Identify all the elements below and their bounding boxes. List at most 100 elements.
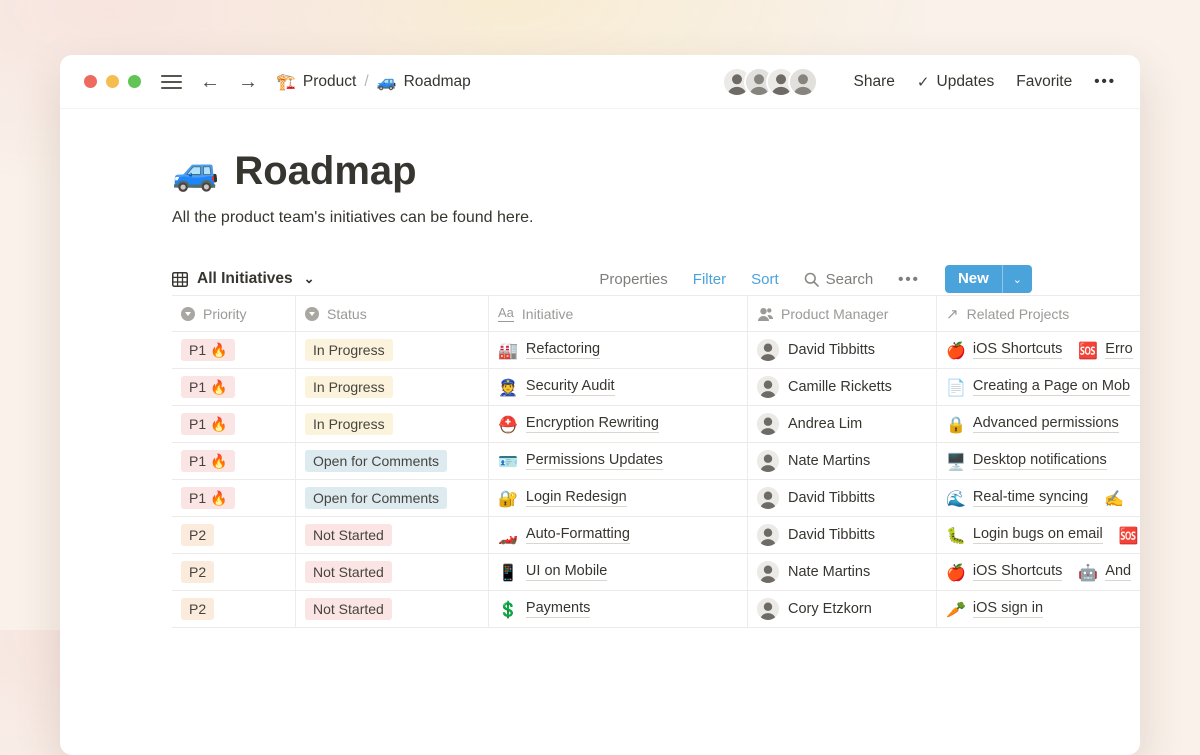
share-button[interactable]: Share xyxy=(854,73,895,91)
car-icon: 🚙 xyxy=(377,72,397,91)
initiative-link[interactable]: Security Audit xyxy=(526,378,615,396)
menu-icon[interactable] xyxy=(161,75,182,89)
minimize-window-button[interactable] xyxy=(106,75,119,88)
column-header-initiative[interactable]: Aa Initiative xyxy=(489,296,748,331)
column-header-label: Priority xyxy=(203,306,247,322)
view-switcher[interactable]: All Initiatives ⌄ xyxy=(172,270,315,288)
new-button-label: New xyxy=(945,265,1002,293)
priority-tag[interactable]: P2 xyxy=(181,561,214,583)
table-row[interactable]: P1 🔥 Open for Comments 🪪 Permissions Upd… xyxy=(172,443,1140,480)
manager-name: David Tibbitts xyxy=(788,342,875,358)
related-project-link[interactable]: 🆘Erro xyxy=(1078,341,1132,360)
related-project-icon: 🍎 xyxy=(946,563,966,582)
avatar xyxy=(757,339,779,361)
manager-name: Camille Ricketts xyxy=(788,379,892,395)
related-project-icon: 🖥️ xyxy=(946,452,966,471)
related-project-link[interactable]: 🔒Advanced permissions xyxy=(946,415,1119,434)
related-project-icon: 🐛 xyxy=(946,526,966,545)
table-row[interactable]: P2 Not Started 📱 UI on Mobile Nate Marti… xyxy=(172,554,1140,591)
initiative-link[interactable]: Refactoring xyxy=(526,341,600,359)
select-property-icon xyxy=(305,307,319,321)
breadcrumb-item-product[interactable]: 🏗️ Product xyxy=(276,72,356,91)
app-window: ← → 🏗️ Product / 🚙 Roadmap Share ✓ Updat… xyxy=(60,55,1140,755)
status-tag[interactable]: In Progress xyxy=(305,376,393,398)
initiative-link[interactable]: Encryption Rewriting xyxy=(526,415,659,433)
initiative-link[interactable]: Permissions Updates xyxy=(526,452,663,470)
new-button[interactable]: New ⌄ xyxy=(945,265,1032,293)
breadcrumb-label: Roadmap xyxy=(404,73,471,91)
search-button[interactable]: Search xyxy=(804,271,874,288)
related-cell: 🍎 iOS Shortcuts 🤖And xyxy=(937,554,1140,590)
filter-button[interactable]: Filter xyxy=(693,271,726,288)
priority-tag[interactable]: P2 xyxy=(181,524,214,546)
priority-tag[interactable]: P2 xyxy=(181,598,214,620)
new-dropdown-chevron-icon[interactable]: ⌄ xyxy=(1003,265,1032,293)
related-project-link[interactable]: ✍️ xyxy=(1104,489,1131,508)
breadcrumb: 🏗️ Product / 🚙 Roadmap xyxy=(276,72,471,91)
column-header-related-projects[interactable]: ↗ Related Projects xyxy=(937,296,1140,331)
table-body: P1 🔥 In Progress 🏭 Refactoring David Tib… xyxy=(172,332,1140,628)
status-tag[interactable]: Not Started xyxy=(305,524,392,546)
initiative-link[interactable]: Login Redesign xyxy=(526,489,627,507)
favorite-button[interactable]: Favorite xyxy=(1016,73,1072,91)
related-project-link[interactable]: 🤖And xyxy=(1078,563,1131,582)
more-options-icon[interactable]: ••• xyxy=(1094,73,1116,90)
column-header-priority[interactable]: Priority xyxy=(172,296,296,331)
related-project-link[interactable]: 🥕iOS sign in xyxy=(946,600,1043,619)
related-project-link[interactable]: 🍎 iOS Shortcuts xyxy=(946,563,1062,582)
manager-name: David Tibbitts xyxy=(788,490,875,506)
close-window-button[interactable] xyxy=(84,75,97,88)
initiative-icon: 🪪 xyxy=(498,452,518,471)
construction-crane-icon: 🏗️ xyxy=(276,72,296,91)
initiative-link[interactable]: Payments xyxy=(526,600,590,618)
breadcrumb-item-roadmap[interactable]: 🚙 Roadmap xyxy=(377,72,471,91)
related-project-link[interactable]: 🐛Login bugs on email xyxy=(946,526,1103,545)
table-row[interactable]: P1 🔥 Open for Comments 🔐 Login Redesign … xyxy=(172,480,1140,517)
initiatives-table: Priority Status Aa Initiative Product Ma… xyxy=(172,295,1140,628)
avatar xyxy=(757,598,779,620)
updates-button[interactable]: ✓ Updates xyxy=(917,73,994,91)
priority-tag[interactable]: P1 🔥 xyxy=(181,376,235,398)
properties-button[interactable]: Properties xyxy=(599,271,667,288)
sort-button[interactable]: Sort xyxy=(751,271,779,288)
zoom-window-button[interactable] xyxy=(128,75,141,88)
column-header-status[interactable]: Status xyxy=(296,296,489,331)
table-row[interactable]: P2 Not Started 🏎️ Auto-Formatting David … xyxy=(172,517,1140,554)
forward-arrow-icon[interactable]: → xyxy=(238,72,258,92)
priority-tag[interactable]: P1 🔥 xyxy=(181,339,235,361)
chevron-down-icon: ⌄ xyxy=(304,271,315,287)
status-tag[interactable]: In Progress xyxy=(305,339,393,361)
related-project-icon: 🔒 xyxy=(946,415,966,434)
table-row[interactable]: P1 🔥 In Progress ⛑️ Encryption Rewriting… xyxy=(172,406,1140,443)
status-tag[interactable]: In Progress xyxy=(305,413,393,435)
status-tag[interactable]: Not Started xyxy=(305,561,392,583)
related-cell: 📄Creating a Page on Mob xyxy=(937,369,1140,405)
table-row[interactable]: P2 Not Started 💲 Payments Cory Etzkorn 🥕… xyxy=(172,591,1140,628)
related-project-link[interactable]: 🆘 xyxy=(1119,526,1140,545)
status-tag[interactable]: Open for Comments xyxy=(305,487,447,509)
updates-label: Updates xyxy=(937,73,995,91)
related-project-link[interactable]: 🌊Real-time syncing xyxy=(946,489,1088,508)
status-tag[interactable]: Open for Comments xyxy=(305,450,447,472)
breadcrumb-label: Product xyxy=(303,73,356,91)
avatar xyxy=(757,487,779,509)
related-project-link[interactable]: 🖥️Desktop notifications xyxy=(946,452,1107,471)
table-row[interactable]: P1 🔥 In Progress 🏭 Refactoring David Tib… xyxy=(172,332,1140,369)
back-arrow-icon[interactable]: ← xyxy=(200,72,220,92)
related-project-icon: ✍️ xyxy=(1104,489,1124,508)
view-more-icon[interactable]: ••• xyxy=(898,271,920,288)
initiative-link[interactable]: Auto-Formatting xyxy=(526,526,630,544)
avatar[interactable] xyxy=(788,67,818,97)
related-project-link[interactable]: 🍎iOS Shortcuts xyxy=(946,341,1062,360)
initiative-link[interactable]: UI on Mobile xyxy=(526,563,607,581)
related-project-link[interactable]: 📄Creating a Page on Mob xyxy=(946,378,1130,397)
table-row[interactable]: P1 🔥 In Progress 👮 Security Audit Camill… xyxy=(172,369,1140,406)
related-project-label: iOS Shortcuts xyxy=(973,563,1062,581)
avatar xyxy=(757,561,779,583)
priority-tag[interactable]: P1 🔥 xyxy=(181,450,235,472)
column-header-product-manager[interactable]: Product Manager xyxy=(748,296,937,331)
priority-tag[interactable]: P1 🔥 xyxy=(181,487,235,509)
status-tag[interactable]: Not Started xyxy=(305,598,392,620)
related-cell: 🐛Login bugs on email 🆘 xyxy=(937,517,1140,553)
priority-tag[interactable]: P1 🔥 xyxy=(181,413,235,435)
